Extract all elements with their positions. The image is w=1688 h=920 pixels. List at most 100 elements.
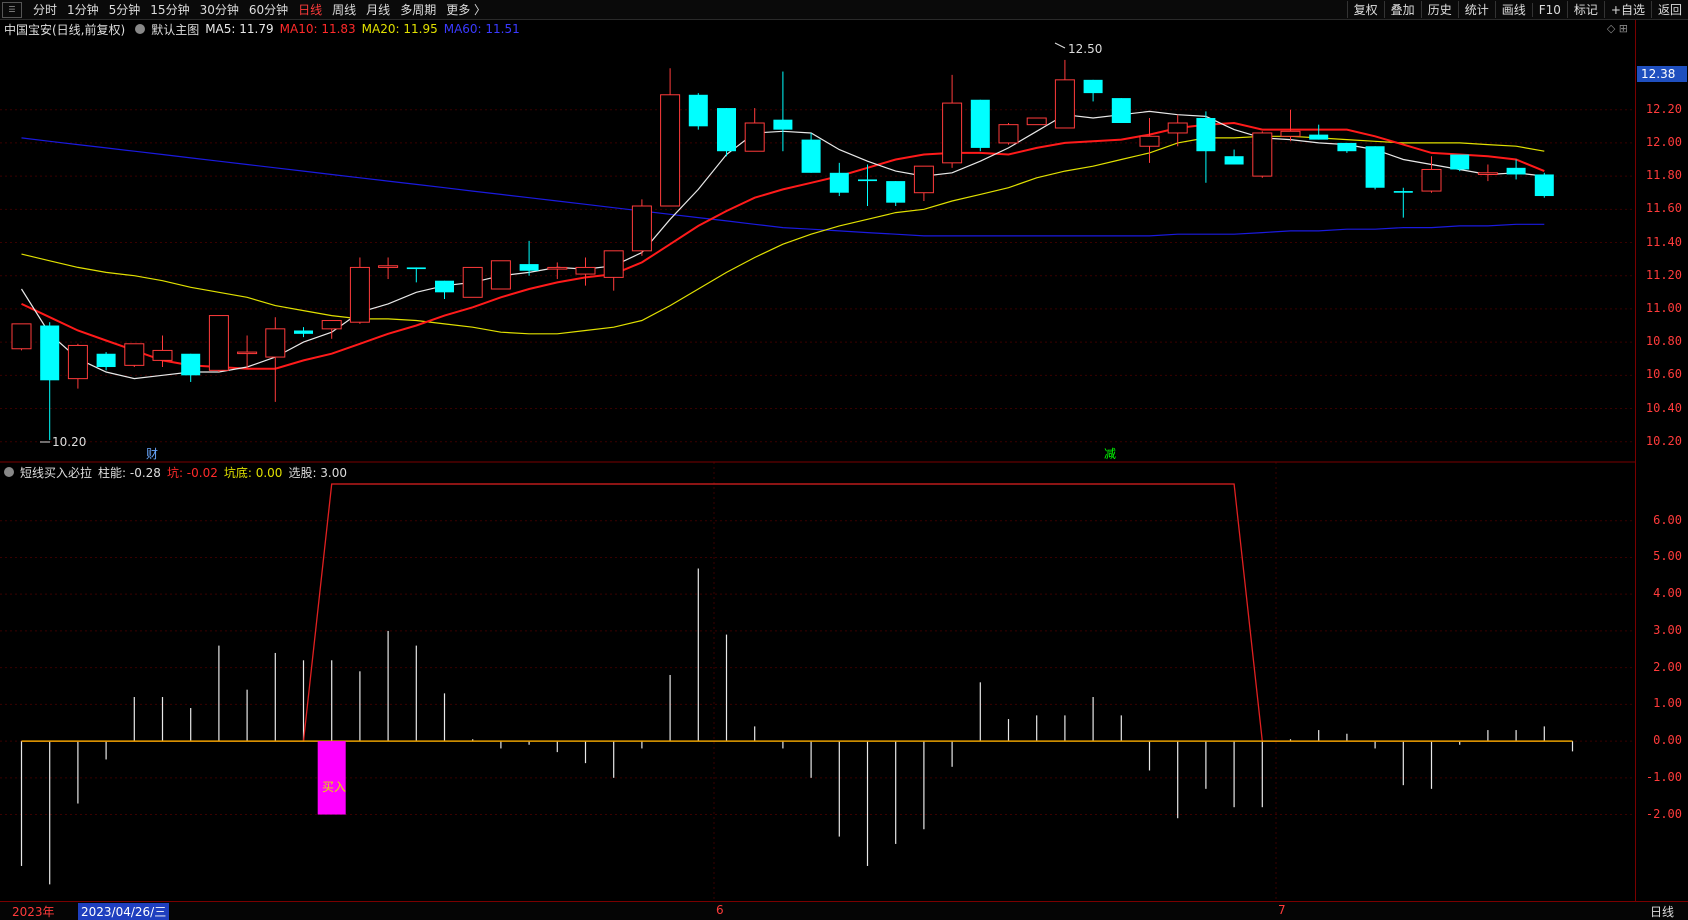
candle-33 (942, 74, 963, 168)
candle-body (321, 320, 342, 330)
candle-18 (519, 240, 539, 276)
price-tick-1: 12.00 (1645, 134, 1682, 149)
candle-11 (321, 320, 342, 339)
candle-16 (462, 266, 483, 298)
candle-body (1309, 134, 1329, 140)
candle-body (1450, 154, 1470, 170)
ma20-line (21, 135, 1545, 335)
candle-24 (688, 93, 708, 130)
candle-35 (998, 123, 1019, 145)
candle-body (462, 266, 483, 298)
candle-body (1111, 98, 1131, 123)
candle-body (1477, 172, 1498, 175)
price-tick-6: 11.00 (1645, 300, 1682, 315)
candle-52 (1477, 164, 1498, 182)
month-7-label: 7 (1278, 903, 1286, 917)
candle-26 (744, 108, 765, 152)
candle-0 (11, 323, 32, 351)
candle-45 (1280, 109, 1301, 142)
ma10g-path (21, 121, 1545, 370)
price-tick-3: 11.60 (1645, 201, 1682, 216)
price-tick-4: 11.40 (1645, 234, 1682, 249)
indicator-tick-8: -2.00 (1645, 806, 1682, 821)
candle-22 (631, 199, 652, 256)
candle-27 (773, 71, 793, 152)
candle-body (1421, 168, 1442, 192)
candle-2 (67, 343, 88, 389)
candle-body (40, 325, 60, 381)
candle-19 (547, 262, 568, 280)
price-tick-7: 10.80 (1645, 334, 1682, 349)
kline-chart[interactable]: 12.50 10.20 财 减 买入 (0, 0, 1636, 901)
candle-23 (660, 68, 681, 207)
candle-body (801, 139, 821, 173)
candle-36 (1026, 117, 1047, 126)
candle-32 (913, 165, 934, 202)
candle-body (1026, 117, 1047, 126)
low-label: 10.20 (52, 435, 86, 449)
candle-body (378, 265, 399, 268)
candle-body (1054, 79, 1075, 129)
candle-17 (490, 260, 511, 290)
candle-body (1393, 191, 1413, 193)
current-price-tag: 12.38 (1637, 66, 1687, 82)
candles (11, 59, 1554, 441)
candle-body (1280, 130, 1301, 137)
candle-body (294, 330, 313, 334)
indicator-panel (20, 483, 1574, 885)
ma20g-path (21, 135, 1545, 335)
candle-38 (1083, 79, 1103, 102)
candle-body (11, 323, 32, 350)
candle-body (435, 280, 454, 293)
candle-body (1252, 132, 1273, 177)
candle-50 (1421, 156, 1442, 193)
candle-42 (1196, 111, 1216, 183)
price-tick-0: 12.20 (1645, 101, 1682, 116)
candle-29 (829, 162, 849, 197)
event-marker-reduce[interactable]: 减 (1104, 447, 1116, 461)
period-label[interactable]: 日线 (1650, 903, 1674, 920)
candle-body (744, 122, 765, 152)
candle-15 (435, 280, 454, 299)
candle-48 (1365, 146, 1385, 190)
candle-21 (603, 250, 624, 291)
candle-39 (1111, 98, 1131, 123)
candle-body (1224, 156, 1244, 165)
candle-body (858, 179, 877, 182)
candle-7 (208, 315, 229, 372)
buy-signal-bar (317, 741, 346, 815)
candle-body (490, 260, 511, 290)
candle-body (1534, 174, 1554, 197)
candle-10 (294, 327, 313, 338)
candle-body (237, 351, 258, 355)
candle-body (1337, 142, 1357, 152)
candle-body (349, 266, 370, 323)
candle-51 (1450, 154, 1470, 172)
time-axis: 2023年 2023/04/26/三 6 7 日线 (0, 901, 1688, 920)
candle-body (717, 108, 736, 152)
candle-12 (349, 257, 370, 324)
candle-body (829, 172, 849, 193)
price-axis: 12.38 12.20 12.00 11.80 11.60 11.40 11.20 11.0… (1635, 20, 1688, 916)
candle-body (1506, 167, 1526, 175)
indicator-tick-4: 2.00 (1653, 659, 1682, 674)
candle-body (1167, 122, 1188, 134)
event-marker-finance[interactable]: 财 (146, 447, 158, 461)
tool-button-8[interactable]: 返回 (1650, 1, 1688, 18)
cursor-date: 2023/04/26/三 (78, 903, 170, 920)
candle-3 (96, 352, 116, 371)
candle-43 (1224, 149, 1244, 165)
candle-40 (1139, 118, 1160, 163)
candle-28 (801, 132, 821, 173)
candle-body (208, 315, 229, 371)
candle-body (773, 119, 793, 130)
ma5-line (20, 110, 1545, 380)
candle-body (970, 99, 990, 148)
candle-20 (575, 257, 596, 286)
candle-body (181, 353, 201, 376)
high-label: 12.50 (1068, 42, 1102, 56)
indicator-tick-1: 5.00 (1653, 549, 1682, 564)
candle-54 (1534, 172, 1554, 198)
candle-25 (717, 108, 736, 157)
indicator-tick-6: 0.00 (1653, 733, 1682, 748)
